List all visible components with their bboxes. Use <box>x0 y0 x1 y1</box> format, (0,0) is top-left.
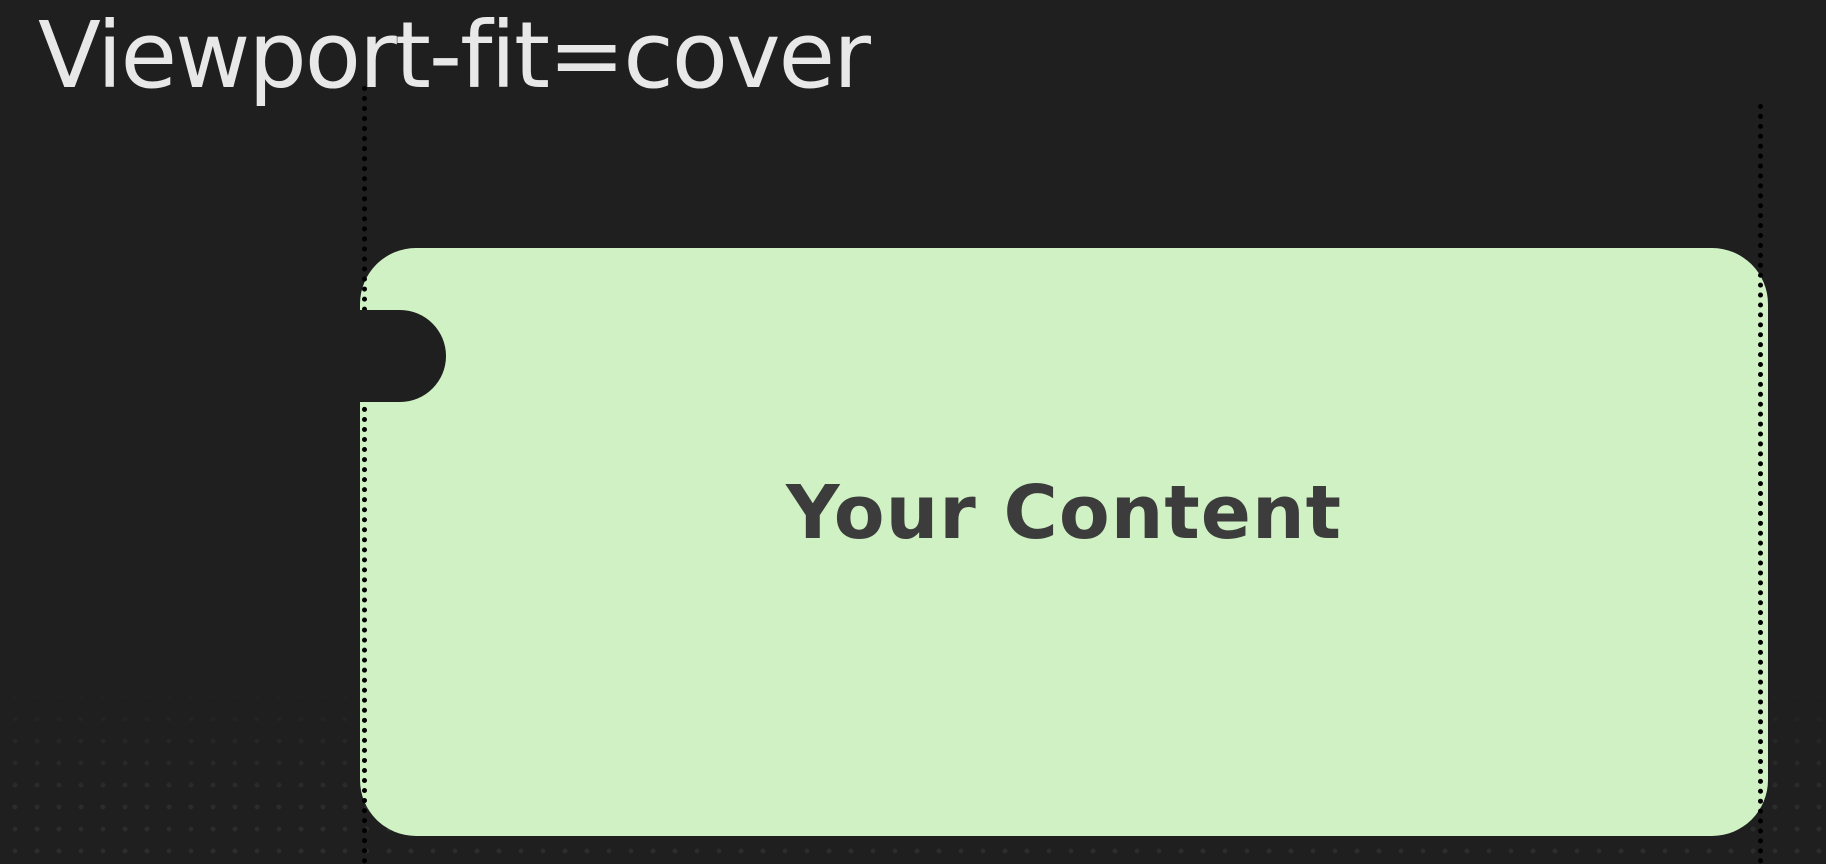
camera-notch <box>306 310 446 402</box>
content-area: Your Content <box>360 248 1768 836</box>
page-title: Viewport-fit=cover <box>38 2 871 109</box>
viewport-right-edge-guide <box>1758 104 1763 864</box>
content-label: Your Content <box>785 470 1342 556</box>
viewport-left-edge-guide <box>362 86 367 864</box>
